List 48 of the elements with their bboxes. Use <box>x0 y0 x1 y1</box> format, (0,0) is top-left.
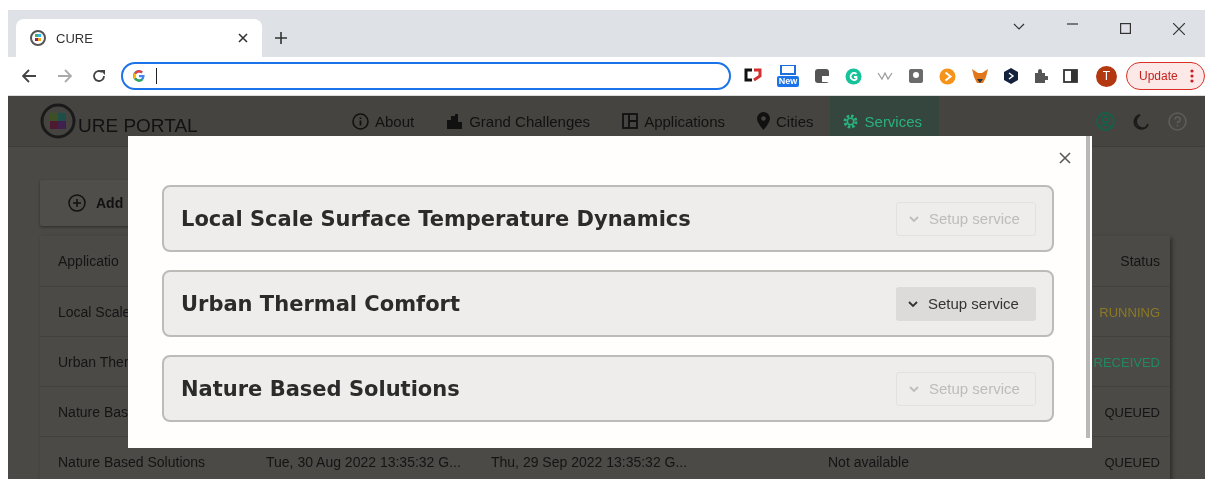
chevron-down-icon <box>909 215 919 222</box>
column-header: Status <box>1119 253 1161 269</box>
maximize-icon[interactable] <box>1120 23 1131 34</box>
service-title: Local Scale Surface Temperature Dynamics <box>181 206 691 231</box>
new-badge: New <box>776 76 800 87</box>
column-header: Applicatio <box>57 253 120 269</box>
update-button[interactable]: Update <box>1126 62 1205 90</box>
reload-icon[interactable] <box>92 69 106 83</box>
scrollbar[interactable] <box>1086 136 1090 438</box>
service-card[interactable]: Urban Thermal Comfort Setup service <box>162 270 1054 337</box>
status-text: QUEUED <box>1104 404 1160 420</box>
plus-circle-icon <box>68 194 86 212</box>
kebab-menu-icon[interactable] <box>1189 69 1194 83</box>
map-pin-icon <box>757 112 770 130</box>
extension-icon[interactable] <box>814 68 830 84</box>
chevron-down-icon[interactable] <box>1013 23 1025 30</box>
side-panel-icon[interactable] <box>1063 69 1078 83</box>
info-icon <box>352 112 369 130</box>
layout-icon <box>622 113 639 129</box>
settings-icon <box>841 112 859 130</box>
logo-icon <box>40 103 76 139</box>
browser-tab[interactable]: CURE <box>16 19 262 57</box>
close-icon[interactable] <box>238 33 248 43</box>
status-text: RECEIVED <box>1093 354 1160 370</box>
close-icon[interactable] <box>1173 23 1185 35</box>
service-title: Nature Based Solutions <box>181 376 460 401</box>
fox-icon[interactable] <box>971 68 989 84</box>
new-tab-icon[interactable] <box>275 32 287 44</box>
service-title: Urban Thermal Comfort <box>181 291 460 316</box>
status-text: QUEUED <box>1104 454 1160 470</box>
buildings-icon <box>446 112 464 130</box>
close-icon[interactable] <box>1059 152 1071 164</box>
screen-icon[interactable] <box>779 65 797 75</box>
setup-service-button[interactable]: Setup service <box>896 286 1036 321</box>
table-cell: Not available <box>828 453 909 470</box>
address-bar[interactable] <box>121 62 731 90</box>
chevron-down-icon <box>909 385 919 392</box>
profile-avatar[interactable]: T <box>1096 65 1117 87</box>
text-cursor <box>156 68 157 84</box>
logo-icon <box>30 30 46 46</box>
tab-title: CURE <box>56 30 94 46</box>
extension-icon[interactable] <box>1004 68 1018 84</box>
back-icon[interactable] <box>22 69 37 83</box>
puzzle-icon[interactable] <box>1033 68 1048 84</box>
google-icon <box>132 69 146 83</box>
status-text: RUNNING <box>1099 304 1160 320</box>
extension-icon[interactable] <box>744 68 762 84</box>
chevron-down-icon <box>908 300 918 307</box>
